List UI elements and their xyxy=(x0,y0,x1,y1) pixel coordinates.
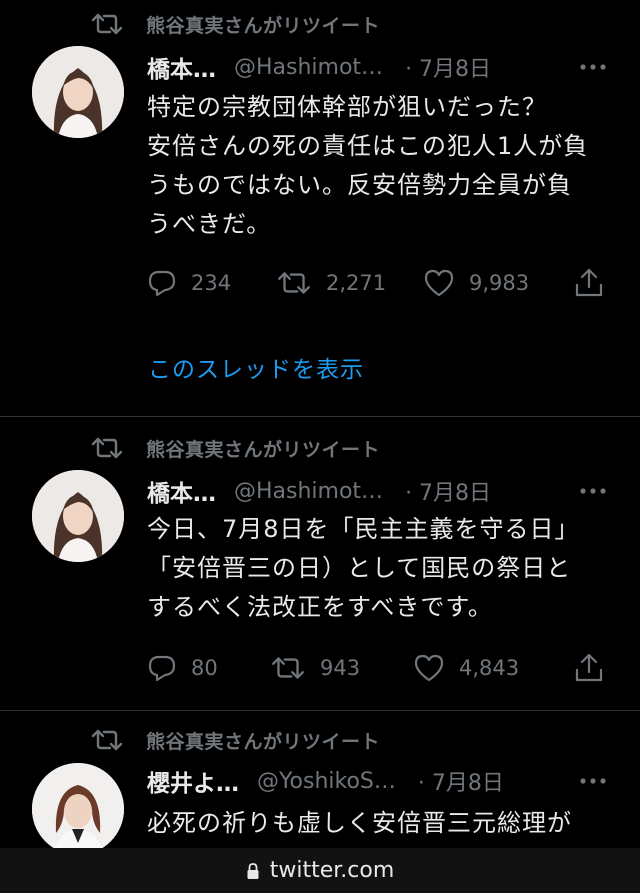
tweet-line: 「安倍晋三の日）として国民の祭日と xyxy=(147,554,572,582)
like-button[interactable]: 4,843 xyxy=(413,648,519,688)
like-count: 9,983 xyxy=(469,271,530,295)
tweet-line: 安倍さんの死の責任はこの犯人1人が負 xyxy=(147,132,589,160)
reply-icon xyxy=(148,655,176,682)
like-count: 4,843 xyxy=(459,656,520,680)
like-button[interactable]: 9,983 xyxy=(423,263,529,303)
retweet-icon xyxy=(91,437,123,459)
tweet-date[interactable]: · 7月8日 xyxy=(405,475,491,507)
more-icon[interactable] xyxy=(576,765,610,797)
avatar-image xyxy=(32,470,124,562)
share-icon xyxy=(575,268,603,297)
display-name[interactable]: 櫻井よ… xyxy=(147,764,239,798)
retweet-context: 熊谷真実さんがリツイート xyxy=(90,725,380,755)
tweet-1[interactable]: 熊谷真実さんがリツイート 橋本… @Hashimot… · 7月8日 特定の宗教… xyxy=(0,0,640,416)
retweet-icon xyxy=(272,657,304,679)
tweet-header: 橋本… @Hashimot… · 7月8日 xyxy=(147,51,610,83)
tweet-actions: 80 943 4,843 xyxy=(147,648,617,688)
tweet-text: 今日、7月8日を「民主主義を守る日」 「安倍晋三の日）として国民の祭日と するべ… xyxy=(147,510,617,627)
retweet-count: 943 xyxy=(320,656,361,680)
retweet-icon xyxy=(278,272,310,294)
reply-button[interactable]: 80 xyxy=(147,648,218,688)
tweet-text: 特定の宗教団体幹部が狙いだった？ 安倍さんの死の責任はこの犯人1人が負 うもので… xyxy=(147,88,617,244)
retweet-count: 2,271 xyxy=(326,271,387,295)
reply-count: 234 xyxy=(191,271,232,295)
retweet-button[interactable]: 2,271 xyxy=(276,263,386,303)
reply-button[interactable]: 234 xyxy=(147,263,231,303)
avatar[interactable] xyxy=(32,46,124,138)
like-icon xyxy=(424,269,454,297)
more-icon[interactable] xyxy=(576,475,610,507)
share-button[interactable] xyxy=(573,648,619,688)
tweet-line: 今日、7月8日を「民主主義を守る日」 xyxy=(147,515,580,543)
lock-icon xyxy=(247,862,259,879)
tweet-date[interactable]: · 7月8日 xyxy=(405,51,491,83)
tweet-line: 特定の宗教団体幹部が狙いだった？ xyxy=(147,93,547,121)
tweet-line: うべきだ。 xyxy=(147,210,272,238)
show-thread-link[interactable]: このスレッドを表示 xyxy=(148,350,364,384)
user-handle[interactable]: @Hashimot… xyxy=(234,479,383,504)
user-handle[interactable]: @YoshikoS… xyxy=(257,769,396,794)
retweet-context: 熊谷真実さんがリツイート xyxy=(90,9,380,39)
share-button[interactable] xyxy=(573,263,619,303)
like-icon xyxy=(414,654,444,682)
display-name[interactable]: 橋本… xyxy=(147,474,216,508)
avatar-image xyxy=(32,46,124,138)
retweet-button[interactable]: 943 xyxy=(270,648,360,688)
tweet-line: 必死の祈りも虚しく安倍晋三元総理が xyxy=(147,809,572,837)
retweet-icon xyxy=(91,13,123,35)
reply-count: 80 xyxy=(191,656,218,680)
more-icon[interactable] xyxy=(576,51,610,83)
tweet-line: うものではない。反安倍勢力全員が負 xyxy=(147,171,572,199)
browser-url-bar[interactable]: twitter.com xyxy=(0,848,640,893)
tweet-line: するべく法改正をすべきです。 xyxy=(147,593,493,621)
avatar[interactable] xyxy=(32,763,124,848)
tweet-header: 橋本… @Hashimot… · 7月8日 xyxy=(147,475,610,507)
retweet-icon xyxy=(91,729,123,751)
avatar-image xyxy=(32,763,124,848)
tweet-3[interactable]: 熊谷真実さんがリツイート 櫻井よ… @YoshikoS… · 7月8日 必死の祈… xyxy=(0,711,640,848)
retweet-context: 熊谷真実さんがリツイート xyxy=(90,433,380,463)
tweet-date[interactable]: · 7月8日 xyxy=(418,765,504,797)
tweet-2[interactable]: 熊谷真実さんがリツイート 橋本… @Hashimot… · 7月8日 今日、7月… xyxy=(0,417,640,710)
tweet-header: 櫻井よ… @YoshikoS… · 7月8日 xyxy=(147,765,610,797)
url-domain: twitter.com xyxy=(269,858,395,883)
avatar[interactable] xyxy=(32,470,124,562)
tweet-text: 必死の祈りも虚しく安倍晋三元総理が xyxy=(147,804,617,843)
retweet-label: 熊谷真実さんがリツイート xyxy=(146,14,381,37)
share-icon xyxy=(575,653,603,682)
user-handle[interactable]: @Hashimot… xyxy=(234,55,383,80)
retweet-label: 熊谷真実さんがリツイート xyxy=(146,438,381,461)
display-name[interactable]: 橋本… xyxy=(147,50,216,84)
reply-icon xyxy=(148,270,176,297)
retweet-label: 熊谷真実さんがリツイート xyxy=(146,730,381,753)
tweet-actions: 234 2,271 9,983 xyxy=(147,263,617,303)
